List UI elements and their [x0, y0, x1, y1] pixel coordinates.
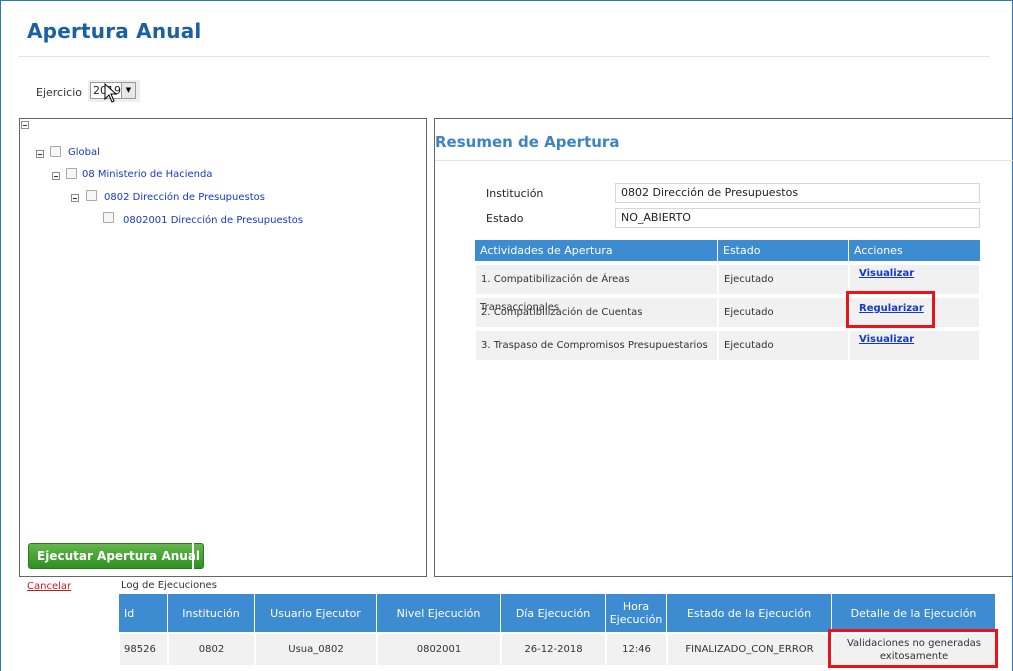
estado-value: NO_ABIERTO [615, 208, 980, 228]
window-border-top [0, 0, 1013, 1]
button-separator [192, 543, 194, 569]
log-cell-dia: 26-12-2018 [501, 633, 606, 666]
log-header-usuario: Usuario Ejecutor [255, 594, 376, 632]
actividad-row-2-overflow-text: Transaccionales [480, 302, 560, 313]
log-cell-usuario: Usua_0802 [255, 633, 377, 666]
tree-node-global-checkbox[interactable] [50, 146, 61, 157]
log-cell-hora: 12:46 [606, 633, 667, 666]
log-cell-estado: FINALIZADO_CON_ERROR [667, 633, 832, 666]
log-header-nivel: Nivel Ejecución [377, 594, 500, 632]
tree-node-global-label[interactable]: Global [68, 147, 100, 158]
tree-node-ministerio-label[interactable]: 08 Ministerio de Hacienda [82, 169, 212, 180]
ejecutar-apertura-anual-button[interactable]: Ejecutar Apertura Anual [28, 543, 204, 569]
log-cell-institucion: 0802 [168, 633, 255, 666]
visualizar-link-3[interactable]: Visualizar [859, 334, 914, 345]
actividad-row-1-estado: Ejecutado [718, 264, 849, 295]
actividades-header-estado: Estado [718, 240, 848, 261]
window-border-left [0, 0, 1, 671]
institucion-label: Institución [486, 187, 544, 200]
actividad-row-3-name: 3. Traspaso de Compromisos Presupuestari… [475, 330, 718, 361]
resumen-title: Resumen de Apertura [435, 133, 620, 151]
ejercicio-label: Ejercicio [36, 86, 82, 99]
title-divider [18, 56, 990, 57]
tree-node-direccion-checkbox[interactable] [86, 190, 97, 201]
actividades-header-acciones: Acciones [849, 240, 980, 261]
tree-node-ministerio-checkbox[interactable] [66, 168, 77, 179]
institucion-value: 0802 Dirección de Presupuestos [615, 183, 980, 203]
log-header-hora: Hora Ejecución [606, 594, 666, 632]
page-title: Apertura Anual [27, 19, 202, 43]
chevron-down-icon[interactable]: ▼ [121, 83, 135, 98]
tree-node-global-collapse-icon[interactable] [36, 150, 44, 158]
log-cell-id: 98526 [119, 633, 168, 666]
tree-node-unidad-label[interactable]: 0802001 Dirección de Presupuestos [123, 215, 303, 226]
tree-node-ministerio-collapse-icon[interactable] [52, 172, 60, 180]
actividad-row-2-estado: Ejecutado [718, 297, 849, 328]
resumen-divider [435, 160, 1013, 161]
log-header-estado: Estado de la Ejecución [667, 594, 831, 632]
estado-label: Estado [486, 212, 524, 225]
detalle-highlight-box [828, 629, 998, 668]
log-cell-nivel: 0802001 [377, 633, 501, 666]
log-title: Log de Ejecuciones [121, 580, 217, 591]
regularizar-highlight-box [846, 291, 935, 328]
tree-node-unidad-checkbox[interactable] [103, 212, 114, 223]
log-header-id: Id [119, 594, 167, 632]
actividades-header-actividad: Actividades de Apertura [475, 240, 717, 261]
log-header-institucion: Institución [168, 594, 254, 632]
institution-tree-panel [19, 118, 427, 577]
tree-node-direccion-collapse-icon[interactable] [71, 194, 79, 202]
mouse-cursor-icon [104, 83, 118, 103]
log-header-detalle: Detalle de la Ejecución [832, 594, 995, 632]
log-header-dia: Día Ejecución [501, 594, 605, 632]
tree-node-direccion-label[interactable]: 0802 Dirección de Presupuestos [104, 192, 265, 203]
tree-root-collapse-icon[interactable] [21, 121, 29, 129]
visualizar-link-1[interactable]: Visualizar [859, 268, 914, 279]
cancelar-link[interactable]: Cancelar [27, 581, 71, 592]
actividad-row-1-name: 1. Compatibilización de Áreas [475, 264, 718, 295]
actividad-row-3-estado: Ejecutado [718, 330, 849, 361]
